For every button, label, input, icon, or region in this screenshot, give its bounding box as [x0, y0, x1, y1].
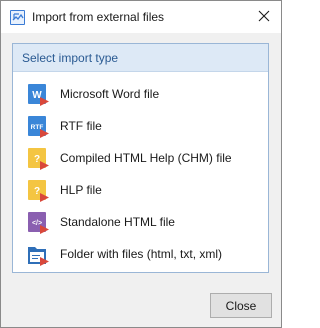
title-bar: Import from external files	[1, 1, 281, 33]
import-dialog: Import from external files Select import…	[0, 0, 282, 328]
group-header: Select import type	[13, 44, 268, 72]
import-item-label: Standalone HTML file	[60, 215, 175, 229]
import-item-chm[interactable]: ? Compiled HTML Help (CHM) file	[13, 142, 268, 174]
import-item-word[interactable]: W Microsoft Word file	[13, 78, 268, 110]
import-item-label: RTF file	[60, 119, 102, 133]
svg-text:?: ?	[34, 186, 40, 197]
import-item-hlp[interactable]: ? HLP file	[13, 174, 268, 206]
window-close-icon[interactable]	[253, 5, 275, 27]
import-item-html[interactable]: </> Standalone HTML file	[13, 206, 268, 238]
hlp-file-icon: ?	[28, 180, 49, 202]
import-item-label: Microsoft Word file	[60, 87, 160, 101]
import-item-label: Folder with files (html, txt, xml)	[60, 247, 223, 261]
folder-files-icon	[28, 244, 49, 266]
import-item-folder[interactable]: Folder with files (html, txt, xml)	[13, 238, 268, 270]
import-item-label: HLP file	[60, 183, 102, 197]
svg-text:?: ?	[34, 154, 40, 165]
rtf-file-icon: RTF	[28, 116, 49, 138]
import-type-group: Select import type W Microsoft Word file	[12, 43, 269, 273]
close-button[interactable]: Close	[210, 293, 272, 318]
import-app-icon	[10, 10, 25, 25]
chm-file-icon: ?	[28, 148, 49, 170]
import-item-rtf[interactable]: RTF RTF file	[13, 110, 268, 142]
window-title: Import from external files	[32, 10, 165, 24]
import-item-label: Compiled HTML Help (CHM) file	[60, 151, 232, 165]
html-file-icon: </>	[28, 212, 49, 234]
word-file-icon: W	[28, 84, 49, 106]
import-type-list: W Microsoft Word file RTF RTF file ? Com…	[13, 78, 268, 270]
